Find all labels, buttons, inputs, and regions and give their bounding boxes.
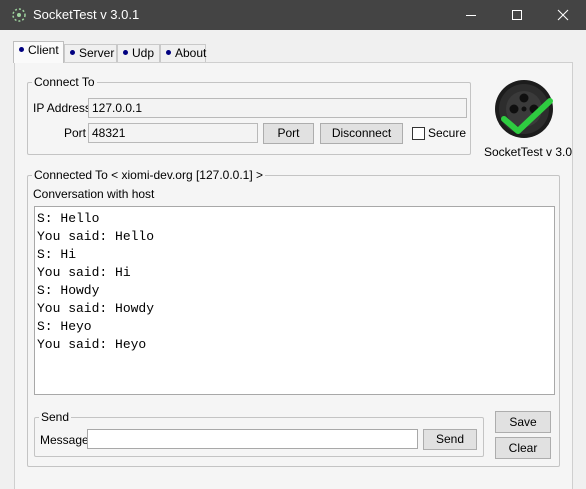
- minimize-icon: [466, 15, 476, 16]
- tab-bullet-icon: [166, 50, 171, 56]
- sockettest-logo-icon: [495, 80, 553, 138]
- log-line: You said: Heyo: [37, 337, 147, 352]
- log-line: S: Heyo: [37, 319, 92, 334]
- log-line: You said: Hi: [37, 265, 131, 280]
- send-button[interactable]: Send: [423, 429, 477, 450]
- app-icon: [12, 8, 26, 22]
- message-label: Message: [40, 433, 89, 447]
- send-legend: Send: [39, 410, 72, 424]
- secure-checkbox[interactable]: [412, 127, 425, 140]
- log-line: S: Howdy: [37, 283, 100, 298]
- port-input[interactable]: 48321: [88, 123, 258, 143]
- connect-to-legend: Connect To: [32, 75, 97, 89]
- tab-label: Client: [28, 43, 59, 57]
- maximize-icon: [512, 10, 522, 20]
- tab-label: Udp: [132, 46, 155, 60]
- log-line: You said: Hello: [37, 229, 155, 244]
- connect-to-group: Connect To: [27, 75, 471, 155]
- tab-bullet-icon: [70, 50, 75, 56]
- tab-about[interactable]: About: [160, 44, 206, 63]
- port-label: Port: [64, 126, 87, 140]
- ip-address-label: IP Address: [33, 101, 91, 115]
- tab-bullet-icon: [123, 50, 128, 56]
- tab-client[interactable]: Client: [13, 41, 64, 63]
- connected-to-legend: Connected To < xiomi-dev.org [127.0.0.1]…: [32, 168, 266, 182]
- tab-label: Server: [79, 46, 115, 60]
- tab-bullet-icon: [19, 47, 24, 53]
- clear-button[interactable]: Clear: [495, 437, 551, 459]
- port-button[interactable]: Port: [263, 123, 314, 144]
- save-button[interactable]: Save: [495, 411, 551, 433]
- title-bar: SocketTest v 3.0.1: [0, 0, 586, 30]
- conversation-log[interactable]: S: Hello You said: Hello S: Hi You said:…: [34, 206, 555, 395]
- log-line: You said: Howdy: [37, 301, 155, 316]
- log-line: S: Hi: [37, 247, 77, 262]
- maximize-button[interactable]: [494, 0, 540, 30]
- tab-udp[interactable]: Udp: [117, 44, 160, 63]
- conversation-label: Conversation with host: [33, 187, 155, 201]
- window-title: SocketTest v 3.0.1: [33, 7, 140, 22]
- message-input[interactable]: [87, 429, 418, 449]
- tab-server[interactable]: Server: [64, 44, 117, 63]
- tab-label: About: [175, 46, 207, 60]
- minimize-button[interactable]: [448, 0, 494, 30]
- ip-address-input[interactable]: 127.0.0.1: [88, 98, 467, 118]
- close-icon: [557, 9, 569, 21]
- logo-caption: SocketTest v 3.0: [484, 145, 573, 159]
- log-line: S: Hello: [37, 211, 100, 226]
- disconnect-button[interactable]: Disconnect: [320, 123, 403, 144]
- secure-label: Secure: [428, 126, 467, 140]
- close-button[interactable]: [540, 0, 586, 30]
